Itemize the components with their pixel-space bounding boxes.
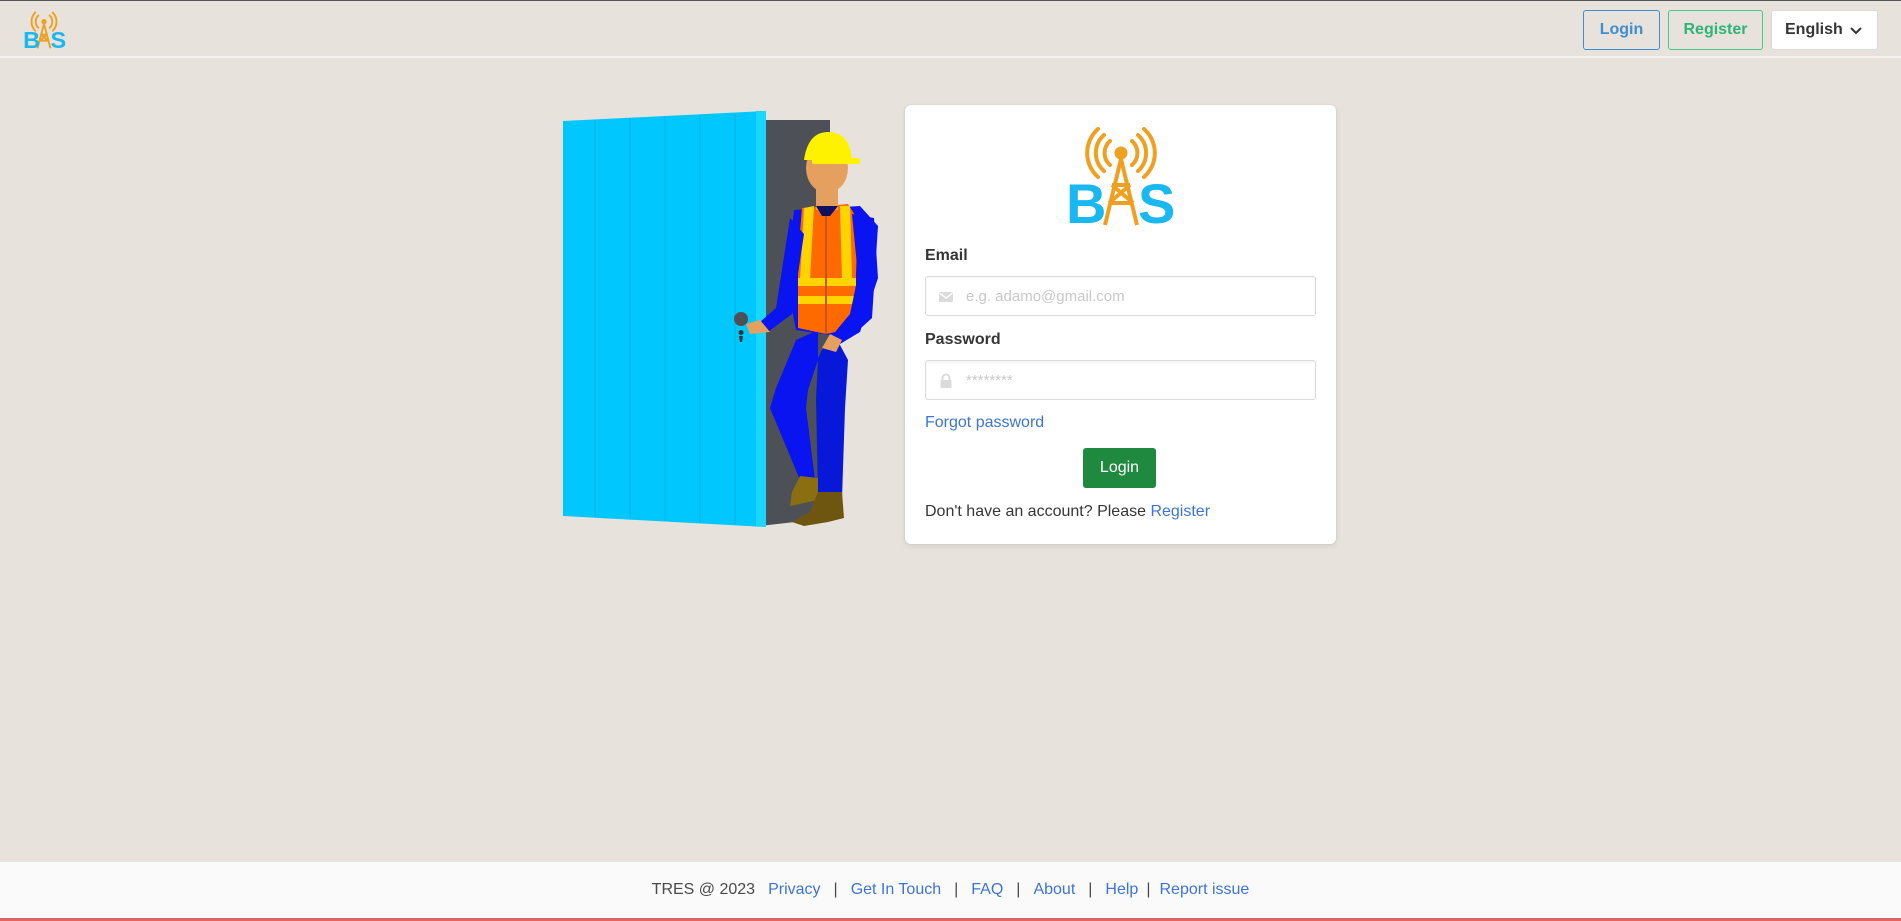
password-input[interactable] (926, 361, 1315, 399)
signup-prompt: Don't have an account? Please Register (925, 503, 1210, 521)
footer: TRES @ 2023 Privacy | Get In Touch | FAQ… (0, 862, 1901, 921)
footer-separator: | (954, 881, 959, 898)
footer-separator: | (1146, 881, 1151, 898)
brand-logo[interactable]: B S (22, 11, 66, 49)
language-selected-value: English (1785, 21, 1843, 38)
footer-link-faq[interactable]: FAQ (971, 881, 1003, 899)
footer-link-privacy[interactable]: Privacy (768, 881, 820, 899)
svg-text:B: B (1066, 172, 1106, 227)
worker-door-illustration (563, 111, 878, 527)
email-label: Email (925, 247, 968, 264)
footer-link-about[interactable]: About (1033, 881, 1075, 899)
bts-logo: B S (1066, 127, 1175, 227)
forgot-password-link[interactable]: Forgot password (925, 414, 1044, 432)
svg-text:S: S (1138, 172, 1175, 227)
login-card: B S Email Password Forgot password Login… (905, 105, 1336, 544)
register-link[interactable]: Register (1150, 503, 1210, 520)
login-button[interactable]: Login (1083, 448, 1156, 488)
chevron-down-icon (1850, 27, 1862, 35)
password-label: Password (925, 331, 1001, 348)
copyright-text: TRES @ 2023 (651, 881, 756, 898)
footer-link-report-issue[interactable]: Report issue (1159, 881, 1249, 899)
signup-prompt-text: Don't have an account? Please (925, 503, 1146, 520)
email-field-wrapper (925, 276, 1316, 316)
svg-text:B: B (23, 27, 40, 49)
footer-separator: | (1088, 881, 1093, 898)
nav-register-button[interactable]: Register (1668, 10, 1763, 50)
svg-text:S: S (50, 27, 66, 49)
footer-link-get-in-touch[interactable]: Get In Touch (851, 881, 941, 899)
footer-separator: | (833, 881, 838, 898)
email-input[interactable] (926, 277, 1315, 315)
footer-separator: | (1016, 881, 1021, 898)
footer-link-help[interactable]: Help (1105, 881, 1138, 899)
password-field-wrapper (925, 360, 1316, 400)
language-select[interactable]: English (1771, 10, 1878, 50)
top-navbar: B S Login Register English (0, 0, 1901, 58)
nav-login-button[interactable]: Login (1583, 10, 1660, 50)
